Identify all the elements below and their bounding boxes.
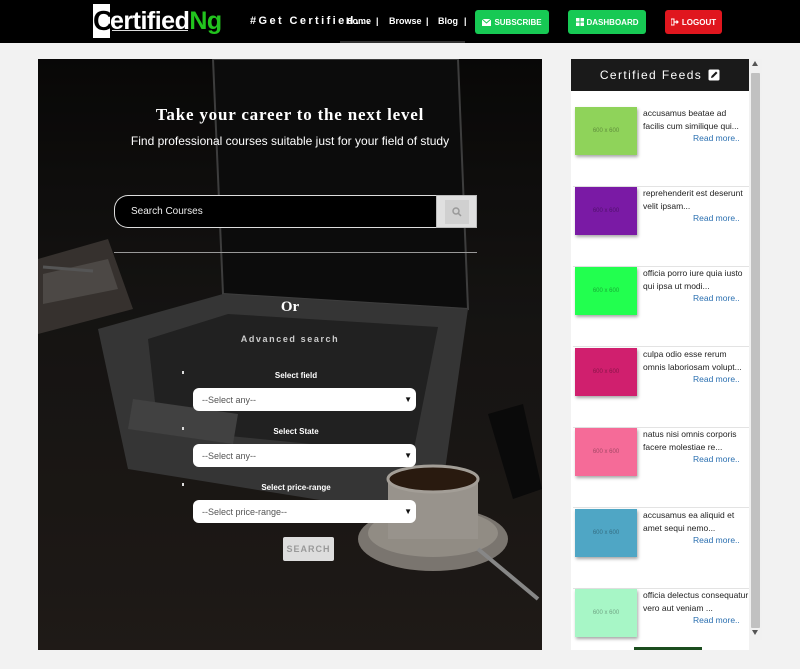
nav-home[interactable]: Home — [346, 16, 371, 26]
feeds-title: Certified Feeds — [599, 68, 703, 82]
field-marker — [182, 427, 184, 430]
search-submit-button[interactable] — [436, 195, 477, 228]
feed-item[interactable]: 600 x 600 natus nisi omnis corporis face… — [573, 428, 749, 508]
pencil-square-icon — [708, 69, 720, 81]
logout-button[interactable]: LOGOUT — [665, 10, 722, 34]
select-price-label: Select price-range — [261, 483, 331, 492]
scrollbar-thumb[interactable] — [751, 73, 760, 628]
feed-item[interactable]: 600 x 600 accusamus ea aliquid et amet s… — [573, 509, 749, 589]
chevron-down-icon: ▼ — [404, 451, 412, 460]
dashboard-button[interactable]: DASHBOARD — [568, 10, 646, 34]
hero-search-panel: Take your career to the next level Find … — [38, 59, 542, 650]
top-navbar: CertifiedNg #Get Certified... Home | Bro… — [0, 0, 800, 43]
select-price-dropdown[interactable]: --Select price-range-- ▼ — [193, 500, 416, 523]
feed-thumbnail[interactable]: 600 x 600 — [575, 107, 637, 155]
certified-feeds-sidebar: Certified Feeds 600 x 600 accusamus beat… — [571, 59, 749, 650]
read-more-link[interactable]: Read more.. — [693, 133, 740, 143]
search-icon-box — [444, 199, 469, 224]
feed-excerpt: accusamus beatae ad facilis cum similiqu… — [643, 108, 739, 131]
feed-thumbnail[interactable]: 600 x 600 — [575, 509, 637, 557]
select-field-value: --Select any-- — [202, 394, 257, 405]
feeds-header: Certified Feeds — [571, 59, 749, 91]
feed-thumbnail[interactable]: 600 x 600 — [575, 348, 637, 396]
select-field-label: Select field — [274, 371, 318, 380]
feed-thumbnail[interactable]: 600 x 600 — [575, 589, 637, 637]
course-search-input[interactable]: Search Courses — [114, 195, 436, 228]
feed-thumbnail[interactable]: 600 x 600 — [575, 428, 637, 476]
chevron-down-icon: ▼ — [404, 507, 412, 516]
feed-excerpt: accusamus ea aliquid et amet sequi nemo.… — [643, 510, 735, 533]
field-marker — [182, 483, 184, 486]
section-divider — [114, 252, 477, 253]
search-icon — [451, 206, 462, 217]
logo-text: ertifiedNg — [110, 7, 222, 36]
feed-thumbnail[interactable]: 600 x 600 — [575, 187, 637, 235]
envelope-icon — [482, 18, 492, 26]
select-field-dropdown[interactable]: --Select any-- ▼ — [193, 388, 416, 411]
logo-underline — [112, 30, 188, 31]
field-marker — [182, 371, 184, 374]
read-more-link[interactable]: Read more.. — [693, 293, 740, 303]
dashboard-label: DASHBOARD — [586, 17, 639, 27]
dashboard-icon — [575, 18, 584, 26]
select-state-label: Select State — [273, 427, 319, 436]
hero-subtitle: Find professional courses suitable just … — [130, 134, 450, 148]
subscribe-label: SUBSCRIBE — [494, 17, 542, 27]
nav-separator: | — [464, 16, 467, 26]
read-more-link[interactable]: Read more.. — [693, 374, 740, 384]
feed-excerpt: reprehenderit est deserunt velit ipsam..… — [643, 188, 743, 211]
chevron-down-icon: ▼ — [404, 395, 412, 404]
advanced-search-heading: Advanced search — [240, 334, 340, 344]
feed-excerpt: officia porro iure quia iusto qui ipsa u… — [643, 268, 743, 291]
nav-separator: | — [376, 16, 379, 26]
sign-out-icon — [670, 18, 679, 26]
scroll-up-arrow-icon[interactable] — [752, 61, 758, 66]
logo-text-ng: Ng — [189, 6, 222, 35]
nav-separator: | — [426, 16, 429, 26]
search-placeholder: Search Courses — [131, 206, 203, 217]
feed-excerpt: officia delectus consequatur vero aut ve… — [643, 590, 749, 613]
nav-blog[interactable]: Blog — [438, 16, 458, 26]
or-separator-label: Or — [280, 299, 300, 315]
logout-label: LOGOUT — [681, 17, 717, 27]
select-price-value: --Select price-range-- — [202, 506, 288, 517]
feed-item[interactable]: 600 x 600 accusamus beatae ad facilis cu… — [573, 107, 749, 187]
feed-item[interactable]: 600 x 600 reprehenderit est deserunt vel… — [573, 187, 749, 267]
read-more-link[interactable]: Read more.. — [693, 454, 740, 464]
nav-browse[interactable]: Browse — [389, 16, 422, 26]
feed-item[interactable]: 600 x 600 culpa odio esse rerum omnis la… — [573, 348, 749, 428]
select-state-dropdown[interactable]: --Select any-- ▼ — [193, 444, 416, 467]
read-more-link[interactable]: Read more.. — [693, 535, 740, 545]
tagline-underline — [340, 41, 465, 43]
hero-title: Take your career to the next level — [155, 105, 425, 124]
feed-excerpt: culpa odio esse rerum omnis laboriosam v… — [643, 349, 742, 372]
subscribe-button[interactable]: SUBSCRIBE — [475, 10, 549, 34]
feed-thumbnail[interactable]: 600 x 600 — [575, 267, 637, 315]
feed-item[interactable]: 600 x 600 officia porro iure quia iusto … — [573, 267, 749, 347]
scroll-down-arrow-icon[interactable] — [752, 630, 758, 635]
feed-excerpt: natus nisi omnis corporis facere molesti… — [643, 429, 737, 452]
logo-letter: C — [93, 4, 114, 38]
feed-item[interactable]: 600 x 600 officia delectus consequatur v… — [573, 589, 749, 669]
read-more-link[interactable]: Read more.. — [693, 213, 740, 223]
advanced-search-button[interactable]: SEARCH — [283, 537, 334, 561]
select-state-value: --Select any-- — [202, 450, 257, 461]
site-logo[interactable]: CertifiedNg — [93, 3, 222, 39]
sidebar-scrollbar[interactable] — [749, 59, 762, 640]
read-more-link[interactable]: Read more.. — [693, 615, 740, 625]
